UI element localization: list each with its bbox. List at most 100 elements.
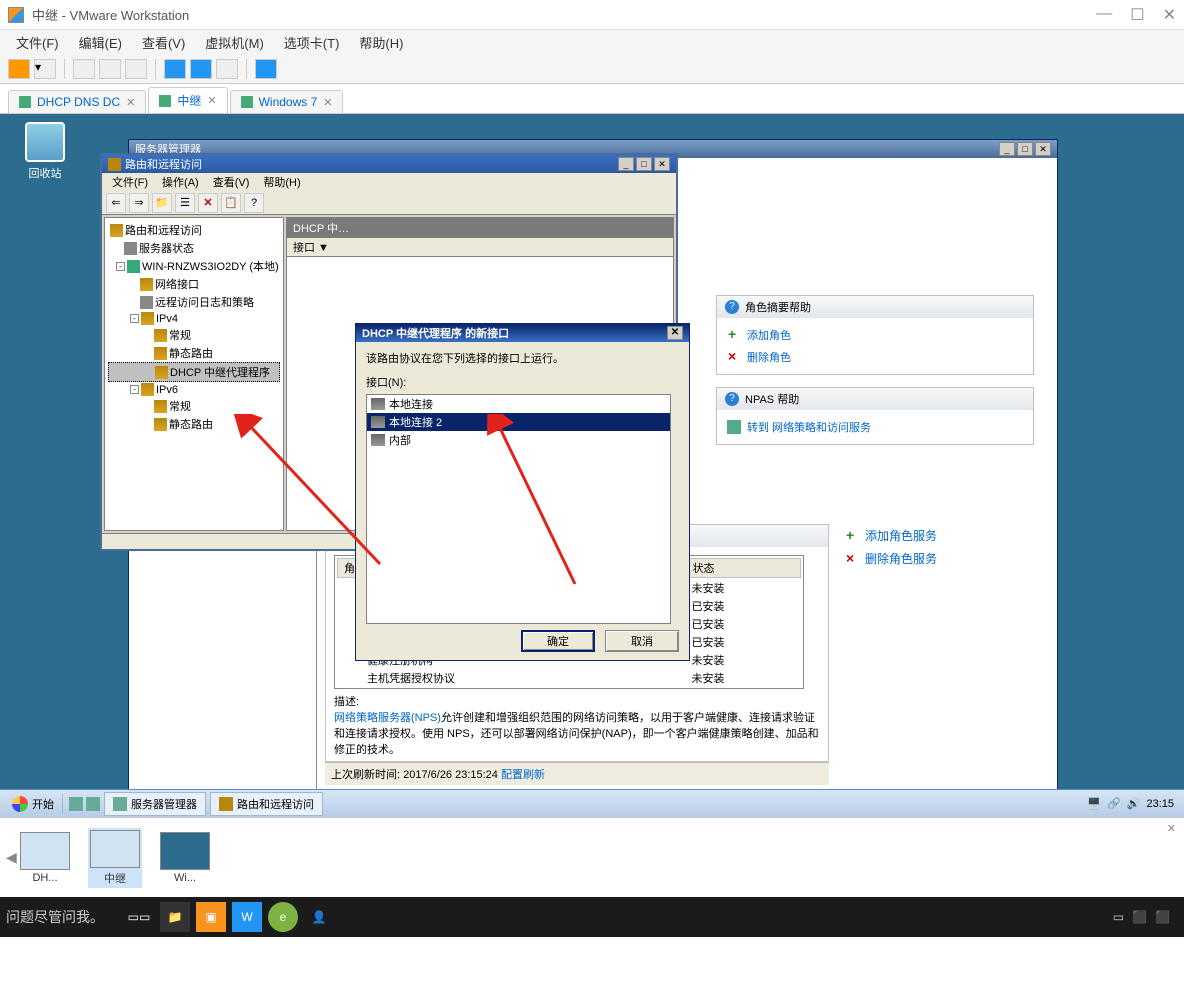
app-icon[interactable]: 👤 [304, 902, 334, 932]
maximize-button[interactable]: □ [1017, 142, 1033, 156]
close-button[interactable]: ✕ [654, 157, 670, 171]
tree-netif[interactable]: 网络接口 [155, 276, 199, 292]
dialog-titlebar[interactable]: DHCP 中继代理程序 的新接口 ✕ [356, 324, 689, 342]
vmware-taskbar-icon[interactable]: ▣ [196, 902, 226, 932]
menu-edit[interactable]: 编辑(E) [71, 31, 130, 54]
interface-listbox[interactable]: 本地连接 本地连接 2 内部 [366, 394, 671, 624]
console-button[interactable] [216, 59, 238, 79]
menu-file[interactable]: 文件(F) [106, 173, 154, 191]
tree-ipv4[interactable]: IPv4 [156, 313, 178, 325]
cortana-text[interactable]: 问题尽管问我。 [6, 907, 104, 927]
browser-icon[interactable]: e [268, 902, 298, 932]
forward-button[interactable]: ⇒ [129, 193, 149, 213]
menu-view[interactable]: 查看(V) [207, 173, 256, 191]
tray-icon[interactable]: ⬛ [1132, 910, 1147, 924]
tray-volume-icon[interactable]: 🔊 [1127, 797, 1141, 810]
item-label[interactable]: 本地连接 2 [389, 414, 442, 430]
close-button[interactable]: ✕ [1035, 142, 1051, 156]
menu-help[interactable]: 帮助(H) [351, 31, 411, 54]
dialog-close-button[interactable]: ✕ [667, 326, 683, 340]
taskview-icon[interactable]: ▭▭ [124, 902, 154, 932]
rras-column-header[interactable]: 接口 ▼ [287, 238, 673, 257]
menu-action[interactable]: 操作(A) [156, 173, 205, 191]
tree-log[interactable]: 远程访问日志和策略 [155, 294, 254, 310]
revert-button[interactable] [125, 59, 147, 79]
expand-toggle[interactable]: - [130, 385, 139, 394]
tree-root[interactable]: 路由和远程访问 [125, 222, 202, 238]
rras-titlebar[interactable]: 路由和远程访问 _ □ ✕ [102, 155, 676, 173]
close-thumbstrip-button[interactable]: ✕ [1167, 822, 1176, 835]
rras-tree[interactable]: 路由和远程访问 服务器状态 - WIN-RNZWS3IO2DY (本地) 网络接口… [104, 217, 284, 531]
maximize-button[interactable]: □ [636, 157, 652, 171]
vm-tab-relay[interactable]: 中继 ✕ [148, 87, 227, 113]
vm-thumbnail[interactable]: Wi... [160, 832, 210, 884]
back-button[interactable]: ⇐ [106, 193, 126, 213]
vm-thumbnail[interactable]: DH... [20, 832, 70, 884]
prop-button[interactable]: ☰ [175, 193, 195, 213]
export-button[interactable]: ? [244, 193, 264, 213]
add-role-link[interactable]: 添加角色 [747, 327, 791, 343]
add-role-service-link[interactable]: 添加角色服务 [865, 527, 937, 544]
tree-dhcp-relay[interactable]: DHCP 中继代理程序 [170, 364, 270, 380]
stretch-button[interactable] [255, 59, 277, 79]
tray-network-icon[interactable]: 🔗 [1107, 797, 1121, 810]
cancel-button[interactable]: 取消 [605, 630, 679, 652]
tray-icon[interactable]: 🖥️ [1087, 797, 1101, 810]
menu-view[interactable]: 查看(V) [134, 31, 193, 54]
up-button[interactable]: 📁 [152, 193, 172, 213]
ok-button[interactable]: 确定 [521, 630, 595, 652]
tab-close-icon[interactable]: ✕ [207, 94, 216, 107]
tree-static6[interactable]: 静态路由 [169, 416, 213, 432]
quicklaunch-icon[interactable] [86, 797, 100, 811]
explorer-icon[interactable]: 📁 [160, 902, 190, 932]
vm-tab-dhcp[interactable]: DHCP DNS DC ✕ [8, 90, 146, 113]
snapshot-mgr-button[interactable] [99, 59, 121, 79]
tray-time[interactable]: 23:15 [1146, 798, 1174, 810]
tree-ipv6[interactable]: IPv6 [156, 384, 178, 396]
tb-btn[interactable]: ▾ [34, 59, 56, 79]
unity-button[interactable] [190, 59, 212, 79]
remove-role-link[interactable]: 删除角色 [747, 349, 791, 365]
tree-general4[interactable]: 常规 [169, 327, 191, 343]
minimize-button[interactable]: _ [999, 142, 1015, 156]
minimize-button[interactable]: — [1096, 5, 1112, 25]
col-status[interactable]: 状态 [686, 558, 802, 578]
nps-link[interactable]: 网络策略服务器(NPS) [334, 712, 441, 724]
menu-vm[interactable]: 虚拟机(M) [197, 31, 272, 54]
vm-tab-win7[interactable]: Windows 7 ✕ [230, 90, 344, 113]
item-label[interactable]: 本地连接 [389, 396, 433, 412]
recycle-bin[interactable]: 回收站 [25, 122, 65, 181]
quicklaunch-icon[interactable] [69, 797, 83, 811]
vm-thumbnail[interactable]: 中继 [88, 828, 142, 888]
tree-status[interactable]: 服务器状态 [139, 240, 194, 256]
maximize-button[interactable]: ☐ [1130, 5, 1144, 25]
menu-tabs[interactable]: 选项卡(T) [276, 31, 348, 54]
close-button[interactable]: ✕ [1163, 5, 1176, 25]
goto-npas-link[interactable]: 转到 网络策略和访问服务 [747, 419, 871, 435]
tray-icon[interactable]: ⬛ [1155, 910, 1170, 924]
snapshot-button[interactable] [73, 59, 95, 79]
scroll-left-button[interactable]: ◀ [6, 849, 17, 866]
tree-static4[interactable]: 静态路由 [169, 345, 213, 361]
power-button[interactable] [8, 59, 30, 79]
start-button[interactable]: 开始 [4, 794, 63, 814]
item-label[interactable]: 内部 [389, 432, 411, 448]
app-icon[interactable]: W [232, 902, 262, 932]
menu-help[interactable]: 帮助(H) [257, 173, 306, 191]
expand-toggle[interactable]: - [130, 314, 139, 323]
configure-refresh-link[interactable]: 配置刷新 [501, 769, 545, 781]
tree-server[interactable]: WIN-RNZWS3IO2DY (本地) [142, 258, 279, 274]
remove-role-service-link[interactable]: 删除角色服务 [865, 550, 937, 567]
tab-close-icon[interactable]: ✕ [323, 96, 332, 109]
refresh-button[interactable]: 📋 [221, 193, 241, 213]
taskbar-task-rras[interactable]: 路由和远程访问 [210, 792, 323, 816]
fullscreen-button[interactable] [164, 59, 186, 79]
tray-icon[interactable]: ▭ [1113, 910, 1124, 924]
tree-general6[interactable]: 常规 [169, 398, 191, 414]
menu-file[interactable]: 文件(F) [8, 31, 67, 54]
delete-button[interactable]: ✕ [198, 193, 218, 213]
expand-toggle[interactable]: - [116, 262, 125, 271]
minimize-button[interactable]: _ [618, 157, 634, 171]
taskbar-task-servermgr[interactable]: 服务器管理器 [104, 792, 206, 816]
tab-close-icon[interactable]: ✕ [126, 96, 135, 109]
